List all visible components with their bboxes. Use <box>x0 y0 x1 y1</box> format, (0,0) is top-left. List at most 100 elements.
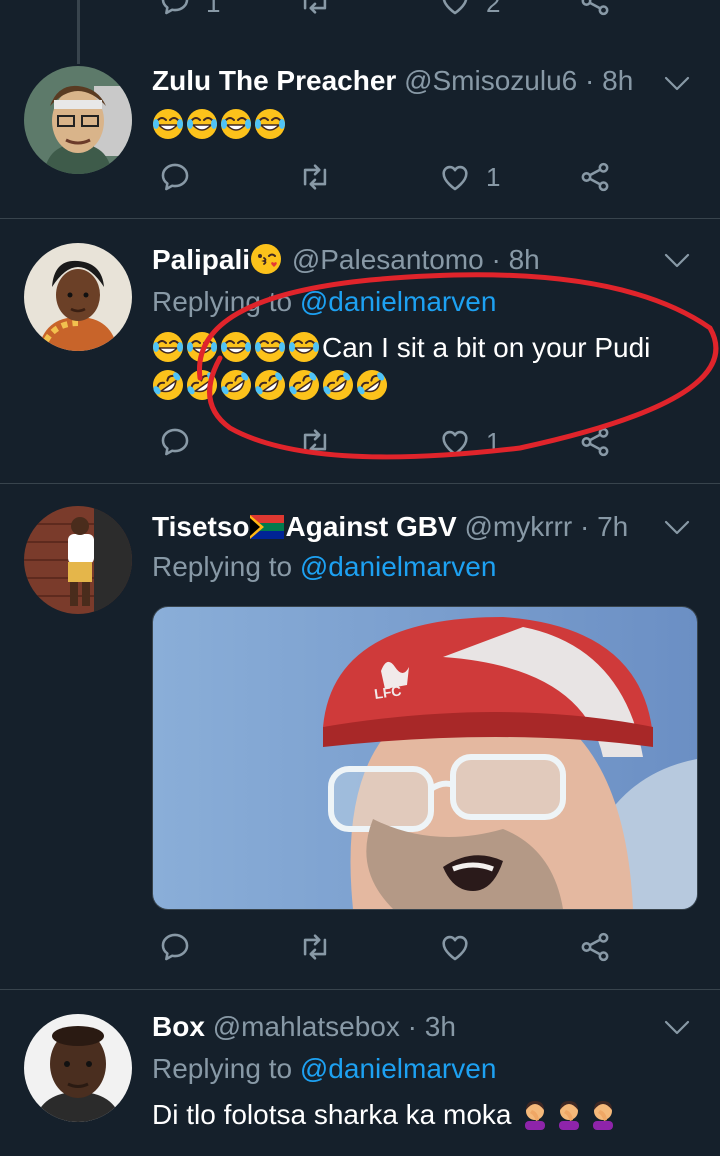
avatar[interactable] <box>24 1014 132 1122</box>
chevron-down-icon[interactable] <box>664 520 690 536</box>
user-handle[interactable]: @mahlatsebox <box>213 1011 400 1042</box>
timestamp[interactable]: 7h <box>597 511 628 542</box>
display-name[interactable]: Tisetso <box>152 511 250 542</box>
tweet[interactable]: Tisetso Against GBV @mykrrr · 7h Replyin… <box>0 484 720 990</box>
user-handle[interactable]: @mykrrr <box>464 511 572 542</box>
display-name[interactable]: Box <box>152 1011 205 1042</box>
tweet-text: Can I sit a bit on your Pudi <box>152 329 690 405</box>
tweet-media-photo[interactable]: LFC <box>152 606 698 910</box>
retweet-icon <box>298 425 332 459</box>
reply-icon <box>158 160 192 194</box>
kissing-heart-emoji-icon <box>250 243 282 275</box>
rofl-emoji-icon <box>186 369 218 401</box>
joy-emoji-icon <box>220 108 252 140</box>
rofl-emoji-icon <box>220 369 252 401</box>
share-icon[interactable] <box>578 0 612 18</box>
separator-dot: · <box>579 511 590 542</box>
retweet-icon <box>298 160 332 194</box>
like-button[interactable]: 1 <box>438 160 500 194</box>
rofl-emoji-icon <box>152 369 184 401</box>
display-name-suffix[interactable]: Against GBV <box>286 511 457 542</box>
timestamp[interactable]: 8h <box>602 65 633 96</box>
avatar[interactable] <box>24 243 132 351</box>
avatar[interactable] <box>24 506 132 614</box>
chevron-down-icon[interactable] <box>664 253 690 269</box>
share-button[interactable] <box>578 425 612 459</box>
like-count: 1 <box>486 161 501 192</box>
previous-tweet-actions: 1 2 <box>0 0 720 22</box>
chevron-down-icon[interactable] <box>664 76 690 92</box>
tweet[interactable]: Box @mahlatsebox · 3h Replying to @danie… <box>0 990 720 1156</box>
reply-button[interactable] <box>158 930 192 964</box>
chevron-down-icon[interactable] <box>664 1020 690 1036</box>
joy-emoji-icon <box>288 331 320 363</box>
tweet-header: Palipali @Palesantomo · 8h <box>152 243 660 277</box>
tweet-actions: 1 <box>152 160 632 200</box>
like-button[interactable]: 1 <box>438 425 500 459</box>
tweet-text-line-1: Can I sit a bit on your Pudi <box>152 329 690 367</box>
tweet-text-content: Can I sit a bit on your Pudi <box>322 332 651 363</box>
tweet[interactable]: Palipali @Palesantomo · 8h Replying to @… <box>0 219 720 484</box>
replying-to-link[interactable]: @danielmarven <box>300 286 497 317</box>
replying-prefix: Replying to <box>152 1053 293 1084</box>
like-count: 2 <box>486 0 501 18</box>
south-africa-flag-icon <box>249 515 284 539</box>
tweet-text-content: Di tlo folotsa sharka ka moka <box>152 1099 512 1130</box>
rofl-emoji-icon <box>356 369 388 401</box>
retweet-icon <box>298 930 332 964</box>
user-handle[interactable]: @Palesantomo <box>292 244 484 275</box>
share-button[interactable] <box>578 160 612 194</box>
rofl-emoji-icon <box>288 369 320 401</box>
tweet[interactable]: Zulu The Preacher @Smisozulu6 · 8h 1 <box>0 46 720 219</box>
share-icon <box>578 160 612 194</box>
retweet-button[interactable] <box>298 930 332 964</box>
facepalm-emoji-icon <box>587 1098 619 1130</box>
like-icon <box>438 425 472 459</box>
replying-to: Replying to @danielmarven <box>152 550 496 584</box>
display-name[interactable]: Zulu The Preacher <box>152 65 396 96</box>
user-handle[interactable]: @Smisozulu6 <box>404 65 577 96</box>
reply-button[interactable] <box>158 160 192 194</box>
like-icon[interactable] <box>438 0 472 18</box>
reply-icon <box>158 425 192 459</box>
tweet-header: Box @mahlatsebox · 3h <box>152 1010 660 1044</box>
joy-emoji-icon <box>254 331 286 363</box>
tweet-actions: 1 <box>152 425 632 465</box>
display-name[interactable]: Palipali <box>152 244 250 275</box>
replying-to-link[interactable]: @danielmarven <box>300 551 497 582</box>
tweet-actions <box>152 930 632 970</box>
timestamp[interactable]: 3h <box>425 1011 456 1042</box>
retweet-button[interactable] <box>298 160 332 194</box>
share-icon <box>578 425 612 459</box>
joy-emoji-icon <box>152 108 184 140</box>
tweet-header: Zulu The Preacher @Smisozulu6 · 8h <box>152 64 660 98</box>
replying-prefix: Replying to <box>152 286 293 317</box>
replying-to-link[interactable]: @danielmarven <box>300 1053 497 1084</box>
joy-emoji-icon <box>152 331 184 363</box>
like-icon <box>438 930 472 964</box>
reply-icon <box>158 930 192 964</box>
tweet-text <box>152 106 690 144</box>
joy-emoji-icon <box>220 331 252 363</box>
replying-prefix: Replying to <box>152 551 293 582</box>
retweet-icon[interactable] <box>298 0 332 18</box>
timestamp[interactable]: 8h <box>509 244 540 275</box>
replying-to: Replying to @danielmarven <box>152 1052 496 1086</box>
like-button[interactable] <box>438 930 472 964</box>
facepalm-emoji-icon <box>553 1098 585 1130</box>
like-count: 1 <box>486 426 501 457</box>
replying-to: Replying to @danielmarven <box>152 285 496 319</box>
joy-emoji-icon <box>186 331 218 363</box>
like-icon <box>438 160 472 194</box>
retweet-button[interactable] <box>298 425 332 459</box>
avatar[interactable] <box>24 66 132 174</box>
rofl-emoji-icon <box>254 369 286 401</box>
reply-button[interactable] <box>158 425 192 459</box>
reply-icon[interactable] <box>158 0 192 18</box>
joy-emoji-icon <box>186 108 218 140</box>
share-button[interactable] <box>578 930 612 964</box>
share-icon <box>578 930 612 964</box>
joy-emoji-icon <box>254 108 286 140</box>
tweet-header: Tisetso Against GBV @mykrrr · 7h <box>152 510 660 544</box>
rofl-emoji-icon <box>322 369 354 401</box>
